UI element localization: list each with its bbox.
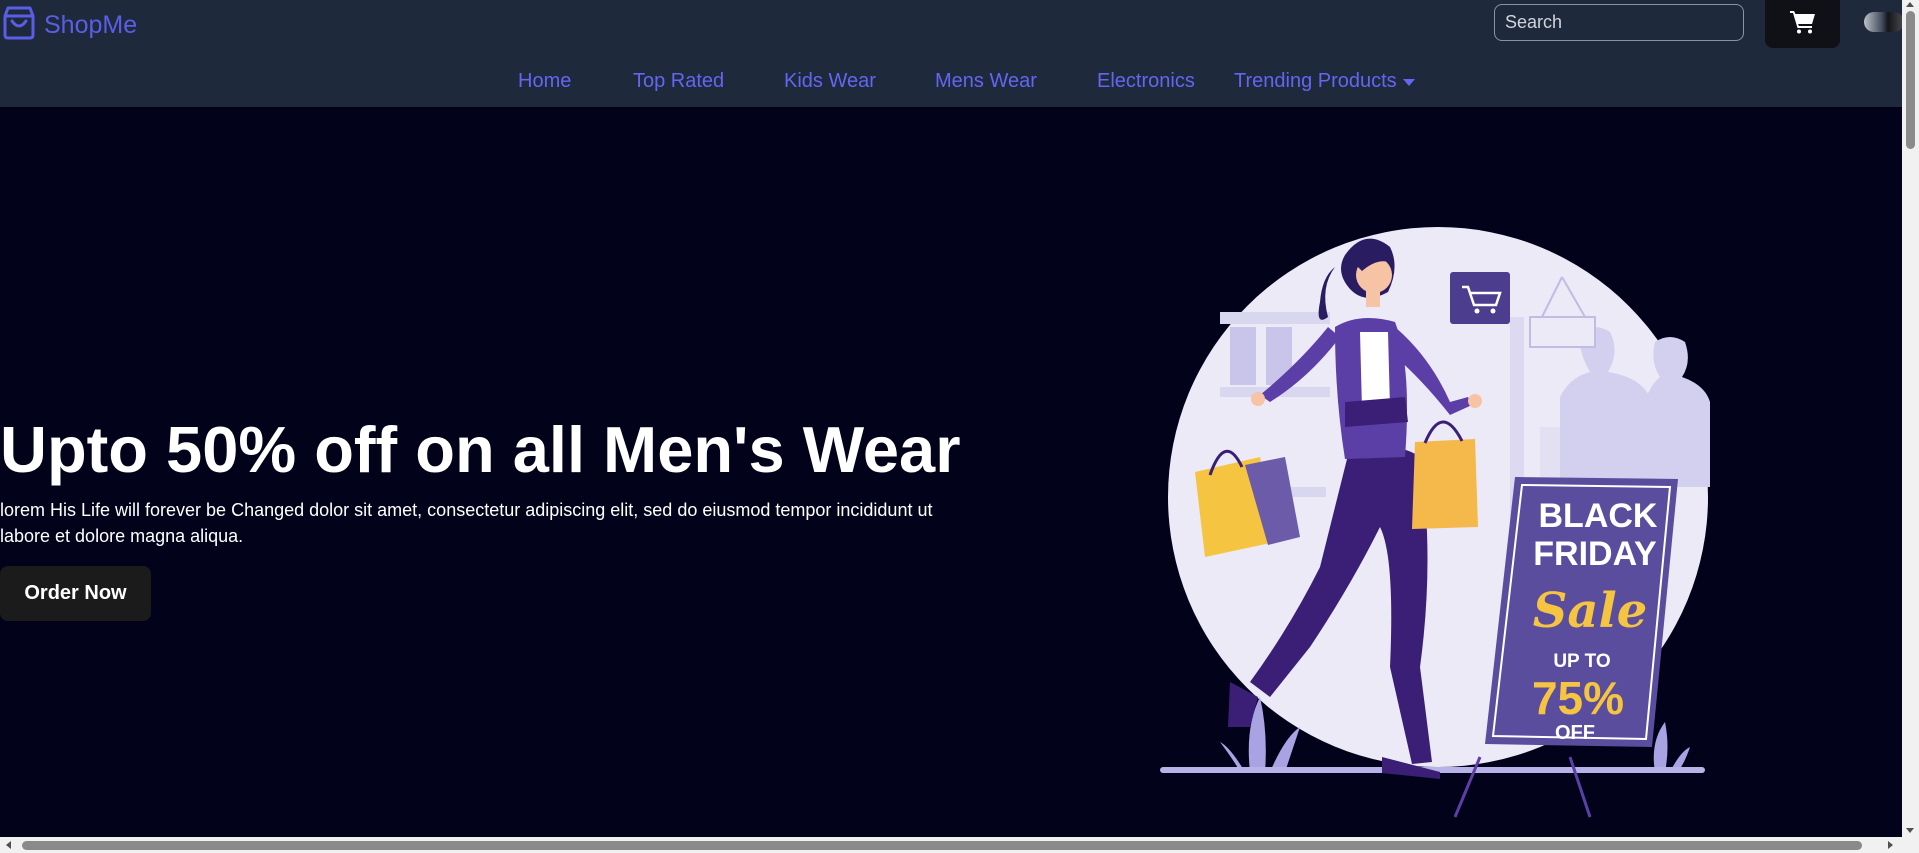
hero-title: Upto 50% off on all Men's Wear (0, 413, 961, 486)
order-now-button[interactable]: Order Now (0, 566, 151, 621)
hero-description: lorem His Life will forever be Changed d… (0, 500, 933, 546)
nav-item-kids-wear[interactable]: Kids Wear (784, 70, 876, 93)
search-input[interactable] (1494, 4, 1744, 41)
shopping-bag-icon (2, 4, 36, 45)
nav-item-home[interactable]: Home (518, 70, 571, 93)
main-nav: Home Top Rated Kids Wear Mens Wear Elect… (0, 70, 1902, 100)
hero-section: Upto 50% off on all Men's Wear lorem His… (0, 107, 1902, 837)
brand-logo[interactable]: ShopMe (2, 4, 137, 45)
vertical-scroll-thumb[interactable] (1906, 11, 1915, 149)
sign-sale: Sale (1533, 583, 1648, 639)
vertical-scrollbar[interactable] (1902, 0, 1919, 837)
sign-off: OFF (1555, 722, 1595, 744)
nav-item-mens-wear[interactable]: Mens Wear (935, 70, 1037, 93)
sign-line1: BLACK (1539, 497, 1658, 535)
horizontal-scroll-thumb[interactable] (22, 841, 1862, 850)
nav-item-label: Trending Products (1234, 70, 1397, 92)
sign-percent: 75% (1532, 672, 1624, 724)
cart-button[interactable] (1765, 0, 1840, 48)
scroll-up-arrow-icon[interactable] (1906, 2, 1914, 7)
caret-down-icon (1402, 79, 1415, 86)
nav-item-top-rated[interactable]: Top Rated (633, 70, 724, 93)
theme-toggle[interactable] (1864, 12, 1904, 32)
cart-icon (1789, 10, 1816, 39)
page: ShopMe Home Top Rated Kids Wear Mens Wea… (0, 0, 1919, 853)
brand-name: ShopMe (44, 11, 138, 39)
hero-illustration: BLACK FRIDAY Sale UP TO 75% OFF (1150, 227, 1720, 827)
scroll-right-arrow-icon[interactable] (1888, 841, 1893, 849)
nav-item-trending-products[interactable]: Trending Products (1234, 70, 1415, 93)
sign-line2: FRIDAY (1533, 535, 1657, 573)
top-navbar: ShopMe Home Top Rated Kids Wear Mens Wea… (0, 0, 1904, 107)
scroll-left-arrow-icon[interactable] (6, 841, 11, 849)
horizontal-scrollbar[interactable] (0, 837, 1919, 853)
scroll-down-arrow-icon[interactable] (1906, 828, 1914, 833)
nav-item-electronics[interactable]: Electronics (1097, 70, 1195, 93)
sign-upto: UP TO (1553, 651, 1610, 672)
